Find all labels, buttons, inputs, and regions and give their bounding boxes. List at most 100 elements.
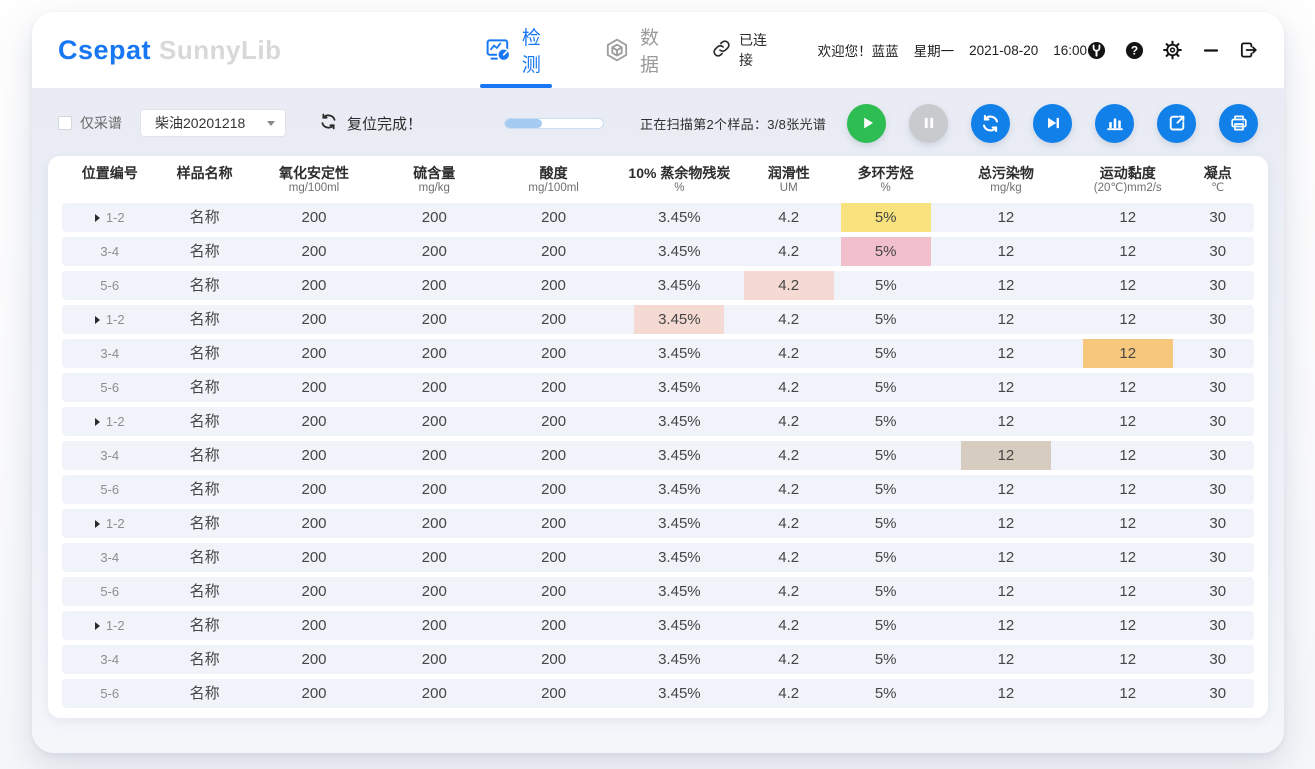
tab-data[interactable]: 数据 — [604, 12, 664, 88]
minimize-icon[interactable] — [1201, 41, 1220, 60]
value-cell: 名称 — [157, 271, 251, 300]
position-cell: 3-4 — [62, 237, 157, 266]
value-cell: 名称 — [157, 339, 251, 368]
value-cell: 3.45% — [615, 203, 744, 232]
position-label: 5-6 — [100, 577, 119, 606]
sync-icon — [980, 113, 1001, 134]
highlighted-value-cell: 3.45% — [634, 305, 724, 334]
table-row-11[interactable]: 3-4名称2002002003.45%4.25%121230 — [62, 543, 1254, 572]
value-cell: 5% — [833, 203, 937, 232]
position-cell: 3-4 — [62, 645, 157, 674]
skip-button[interactable] — [1033, 104, 1072, 143]
logout-icon[interactable] — [1239, 41, 1258, 60]
value-cell: 200 — [376, 645, 492, 674]
chevron-down-icon — [267, 121, 275, 126]
weekday-text: 星期一 — [914, 40, 955, 60]
detection-icon — [486, 37, 512, 63]
value-cell: 5% — [833, 611, 937, 640]
table-row-3[interactable]: 5-6名称2002002003.45%4.25%121230 — [62, 271, 1254, 300]
expand-arrow-icon[interactable] — [95, 316, 100, 324]
table-row-8[interactable]: 3-4名称2002002003.45%4.25%121230 — [62, 441, 1254, 470]
value-cell: 12 — [938, 509, 1074, 538]
value-cell: 3.45% — [615, 645, 744, 674]
position-cell: 1-2 — [62, 611, 157, 640]
value-cell: 名称 — [157, 373, 251, 402]
expand-arrow-icon[interactable] — [95, 520, 100, 528]
print-button[interactable] — [1219, 104, 1258, 143]
data-cube-icon — [604, 37, 630, 63]
pause-button[interactable] — [909, 104, 948, 143]
table-row-13[interactable]: 1-2名称2002002003.45%4.25%121230 — [62, 611, 1254, 640]
acquire-only-checkbox[interactable]: 仅采谱 — [58, 113, 122, 133]
value-cell: 4.2 — [744, 237, 833, 266]
table-row-9[interactable]: 5-6名称2002002003.45%4.25%121230 — [62, 475, 1254, 504]
table-row-1[interactable]: 1-2名称2002002003.45%4.25%121230 — [62, 203, 1254, 232]
value-cell: 4.2 — [744, 305, 833, 334]
checkbox-box[interactable] — [58, 116, 72, 130]
value-cell: 200 — [252, 407, 376, 436]
value-cell: 200 — [376, 441, 492, 470]
table-row-5[interactable]: 3-4名称2002002003.45%4.25%121230 — [62, 339, 1254, 368]
value-cell: 200 — [492, 203, 614, 232]
value-cell: 3.45% — [615, 237, 744, 266]
value-cell: 12 — [938, 645, 1074, 674]
tab-detection[interactable]: 检测 — [486, 12, 546, 88]
value-cell: 3.45% — [615, 339, 744, 368]
app-logo: Csepat SunnyLib — [58, 35, 314, 66]
position-label: 1-2 — [106, 407, 125, 436]
wrench-icon[interactable] — [1087, 41, 1106, 60]
value-cell: 200 — [252, 441, 376, 470]
chart-button[interactable] — [1095, 104, 1134, 143]
content-area: 仅采谱 柴油20201218 复位完成！ — [32, 88, 1284, 753]
value-cell: 名称 — [157, 577, 251, 606]
value-cell: 3.45% — [615, 509, 744, 538]
reset-status[interactable]: 复位完成！ — [319, 112, 422, 135]
export-button[interactable] — [1157, 104, 1196, 143]
sync-button[interactable] — [971, 104, 1010, 143]
table-row-6[interactable]: 5-6名称2002002003.45%4.25%121230 — [62, 373, 1254, 402]
table-row-12[interactable]: 5-6名称2002002003.45%4.25%121230 — [62, 577, 1254, 606]
start-button[interactable] — [847, 104, 886, 143]
value-cell: 200 — [376, 509, 492, 538]
value-cell: 12 — [1074, 203, 1181, 232]
table-row-10[interactable]: 1-2名称2002002003.45%4.25%121230 — [62, 509, 1254, 538]
position-cell: 1-2 — [62, 305, 157, 334]
table-row-2[interactable]: 3-4名称2002002003.45%4.25%121230 — [62, 237, 1254, 266]
value-cell: 12 — [1074, 509, 1181, 538]
link-icon — [712, 39, 731, 61]
table-body: 1-2名称2002002003.45%4.25%1212303-4名称20020… — [62, 203, 1254, 708]
table-row-7[interactable]: 1-2名称2002002003.45%4.25%121230 — [62, 407, 1254, 436]
value-cell: 3.45% — [615, 475, 744, 504]
value-cell: 12 — [938, 543, 1074, 572]
value-cell: 12 — [1074, 373, 1181, 402]
expand-arrow-icon[interactable] — [95, 418, 100, 426]
settings-icon[interactable] — [1163, 41, 1182, 60]
position-cell: 1-2 — [62, 407, 157, 436]
column-header-4: 硫含量mg/kg — [376, 165, 492, 195]
scan-progress-fill — [505, 119, 542, 128]
help-icon[interactable]: ? — [1125, 41, 1144, 60]
value-cell: 名称 — [157, 441, 251, 470]
value-cell: 名称 — [157, 645, 251, 674]
sample-type-dropdown[interactable]: 柴油20201218 — [140, 109, 286, 137]
value-cell: 5% — [833, 237, 937, 266]
value-cell: 30 — [1181, 475, 1254, 504]
value-cell: 12 — [938, 373, 1074, 402]
table-row-15[interactable]: 5-6名称2002002003.45%4.25%121230 — [62, 679, 1254, 708]
value-cell: 12 — [1074, 441, 1181, 470]
expand-arrow-icon[interactable] — [95, 214, 100, 222]
value-cell: 200 — [492, 645, 614, 674]
value-cell: 12 — [938, 679, 1074, 708]
value-cell: 200 — [252, 679, 376, 708]
welcome-text: 欢迎您！蓝蓝 — [818, 40, 899, 60]
table-row-4[interactable]: 1-2名称2002002003.45%4.25%121230 — [62, 305, 1254, 334]
column-header-7: 润滑性UM — [744, 165, 833, 195]
expand-arrow-icon[interactable] — [95, 622, 100, 630]
value-cell: 200 — [376, 203, 492, 232]
table-row-14[interactable]: 3-4名称2002002003.45%4.25%121230 — [62, 645, 1254, 674]
value-cell: 200 — [252, 475, 376, 504]
column-header-6: 10% 蒸余物残炭% — [615, 165, 744, 195]
pause-icon — [919, 113, 939, 133]
value-cell: 200 — [376, 373, 492, 402]
value-cell: 12 — [938, 475, 1074, 504]
